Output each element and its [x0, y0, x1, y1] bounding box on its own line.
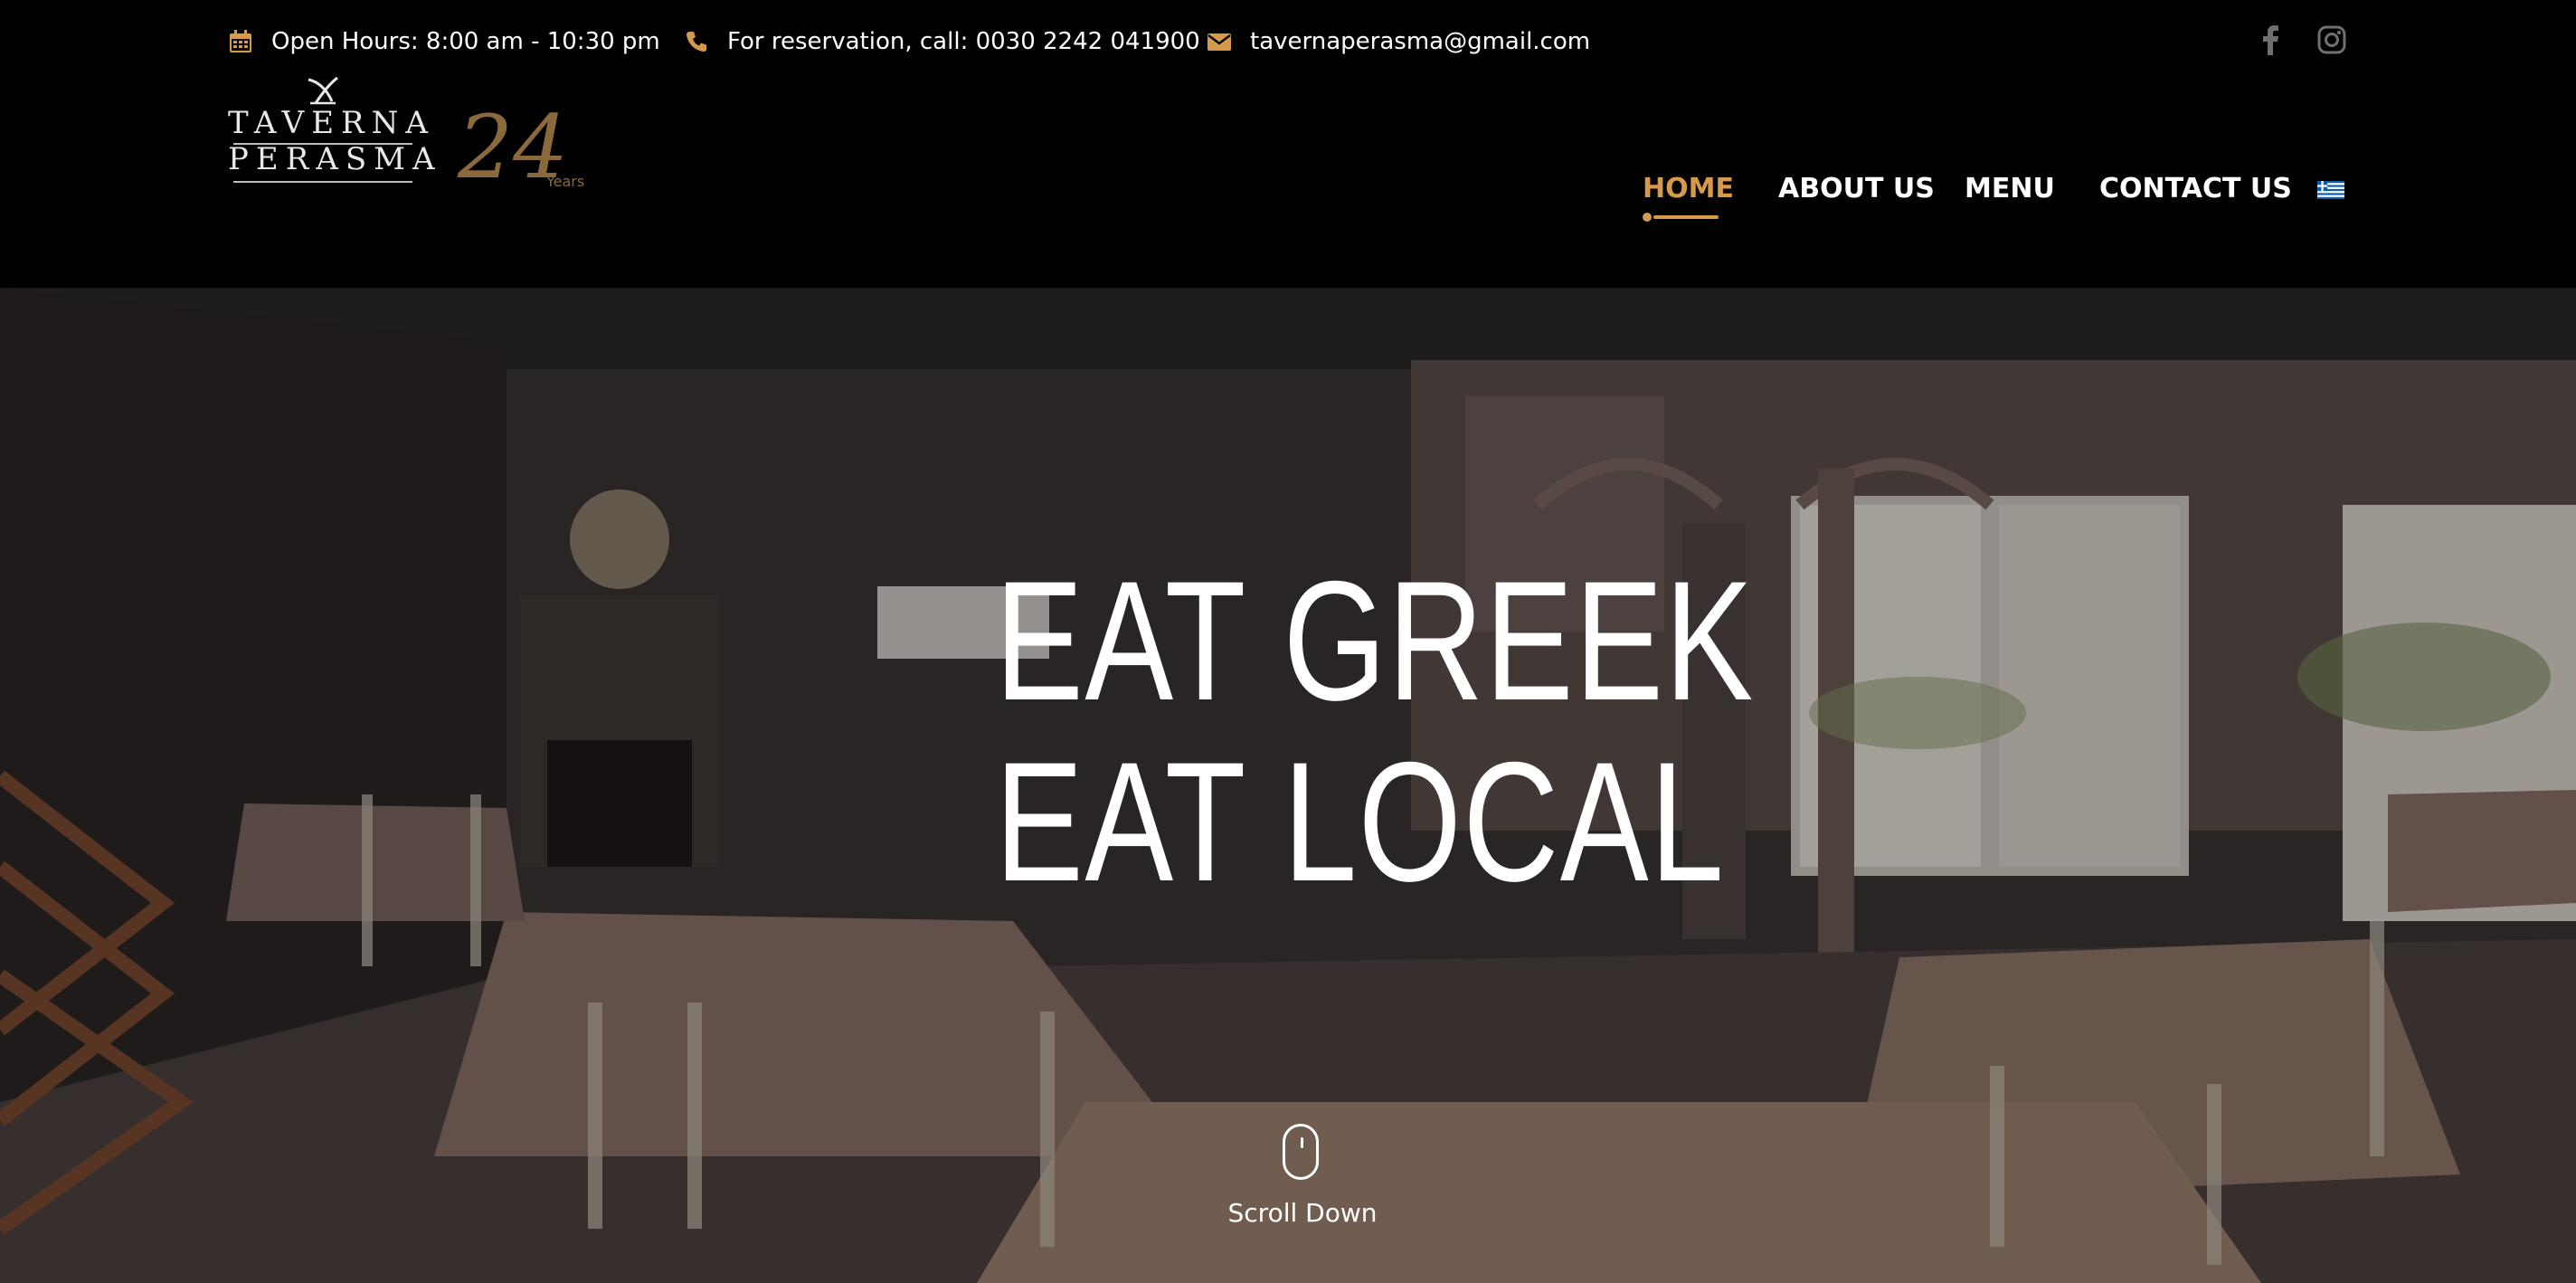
site-logo[interactable]: TAVERNA PERASMA 24 Years [228, 76, 590, 204]
envelope-icon [1207, 29, 1232, 54]
hero-title-line-1: EAT GREEK [995, 546, 1755, 736]
phone-icon [684, 29, 709, 54]
nav-item-menu[interactable]: MENU [1965, 168, 2055, 208]
greek-flag-icon[interactable] [2317, 181, 2344, 199]
hero-section: EAT GREEK EAT LOCAL Scroll Down [0, 288, 2576, 1283]
hero-title-line-2: EAT LOCAL [995, 727, 1726, 917]
nav-item-about-us[interactable]: ABOUT US [1778, 168, 1935, 208]
instagram-icon[interactable] [2312, 20, 2352, 60]
mouse-icon [1283, 1124, 1319, 1180]
logo-line-1: TAVERNA [228, 105, 435, 141]
scroll-down-button[interactable]: Scroll Down [1212, 1124, 1393, 1259]
anniversary-badge: 24 Years [454, 94, 590, 198]
opening-hours-text: Open Hours: 8:00 am - 10:30 pm [271, 28, 660, 55]
opening-hours: Open Hours: 8:00 am - 10:30 pm [228, 24, 660, 60]
reservation-phone-text[interactable]: For reservation, call: 0030 2242 041900 [727, 28, 1200, 55]
anniversary-label: Years [545, 173, 584, 190]
nav-active-underline [1653, 215, 1719, 219]
nav-item-contact-us[interactable]: CONTACT US [2099, 168, 2292, 208]
logo-line-2: PERASMA [228, 141, 442, 177]
nav-item-home[interactable]: HOME [1643, 168, 1734, 208]
calendar-icon [228, 29, 253, 54]
scroll-down-label: Scroll Down [1227, 1198, 1378, 1228]
logo-divider [233, 181, 412, 183]
logo-wordmark: TAVERNA PERASMA [228, 76, 442, 204]
contact-email-text[interactable]: tavernaperasma@gmail.com [1250, 28, 1590, 55]
top-info-bar: Open Hours: 8:00 am - 10:30 pm For reser… [0, 0, 2576, 83]
contact-email[interactable]: tavernaperasma@gmail.com [1207, 24, 1590, 60]
nav-active-dot [1643, 213, 1652, 222]
reservation-phone[interactable]: For reservation, call: 0030 2242 041900 [684, 24, 1200, 60]
mouse-wheel [1301, 1137, 1303, 1148]
logo-emblem-icon [308, 76, 338, 105]
facebook-icon[interactable] [2250, 20, 2290, 60]
